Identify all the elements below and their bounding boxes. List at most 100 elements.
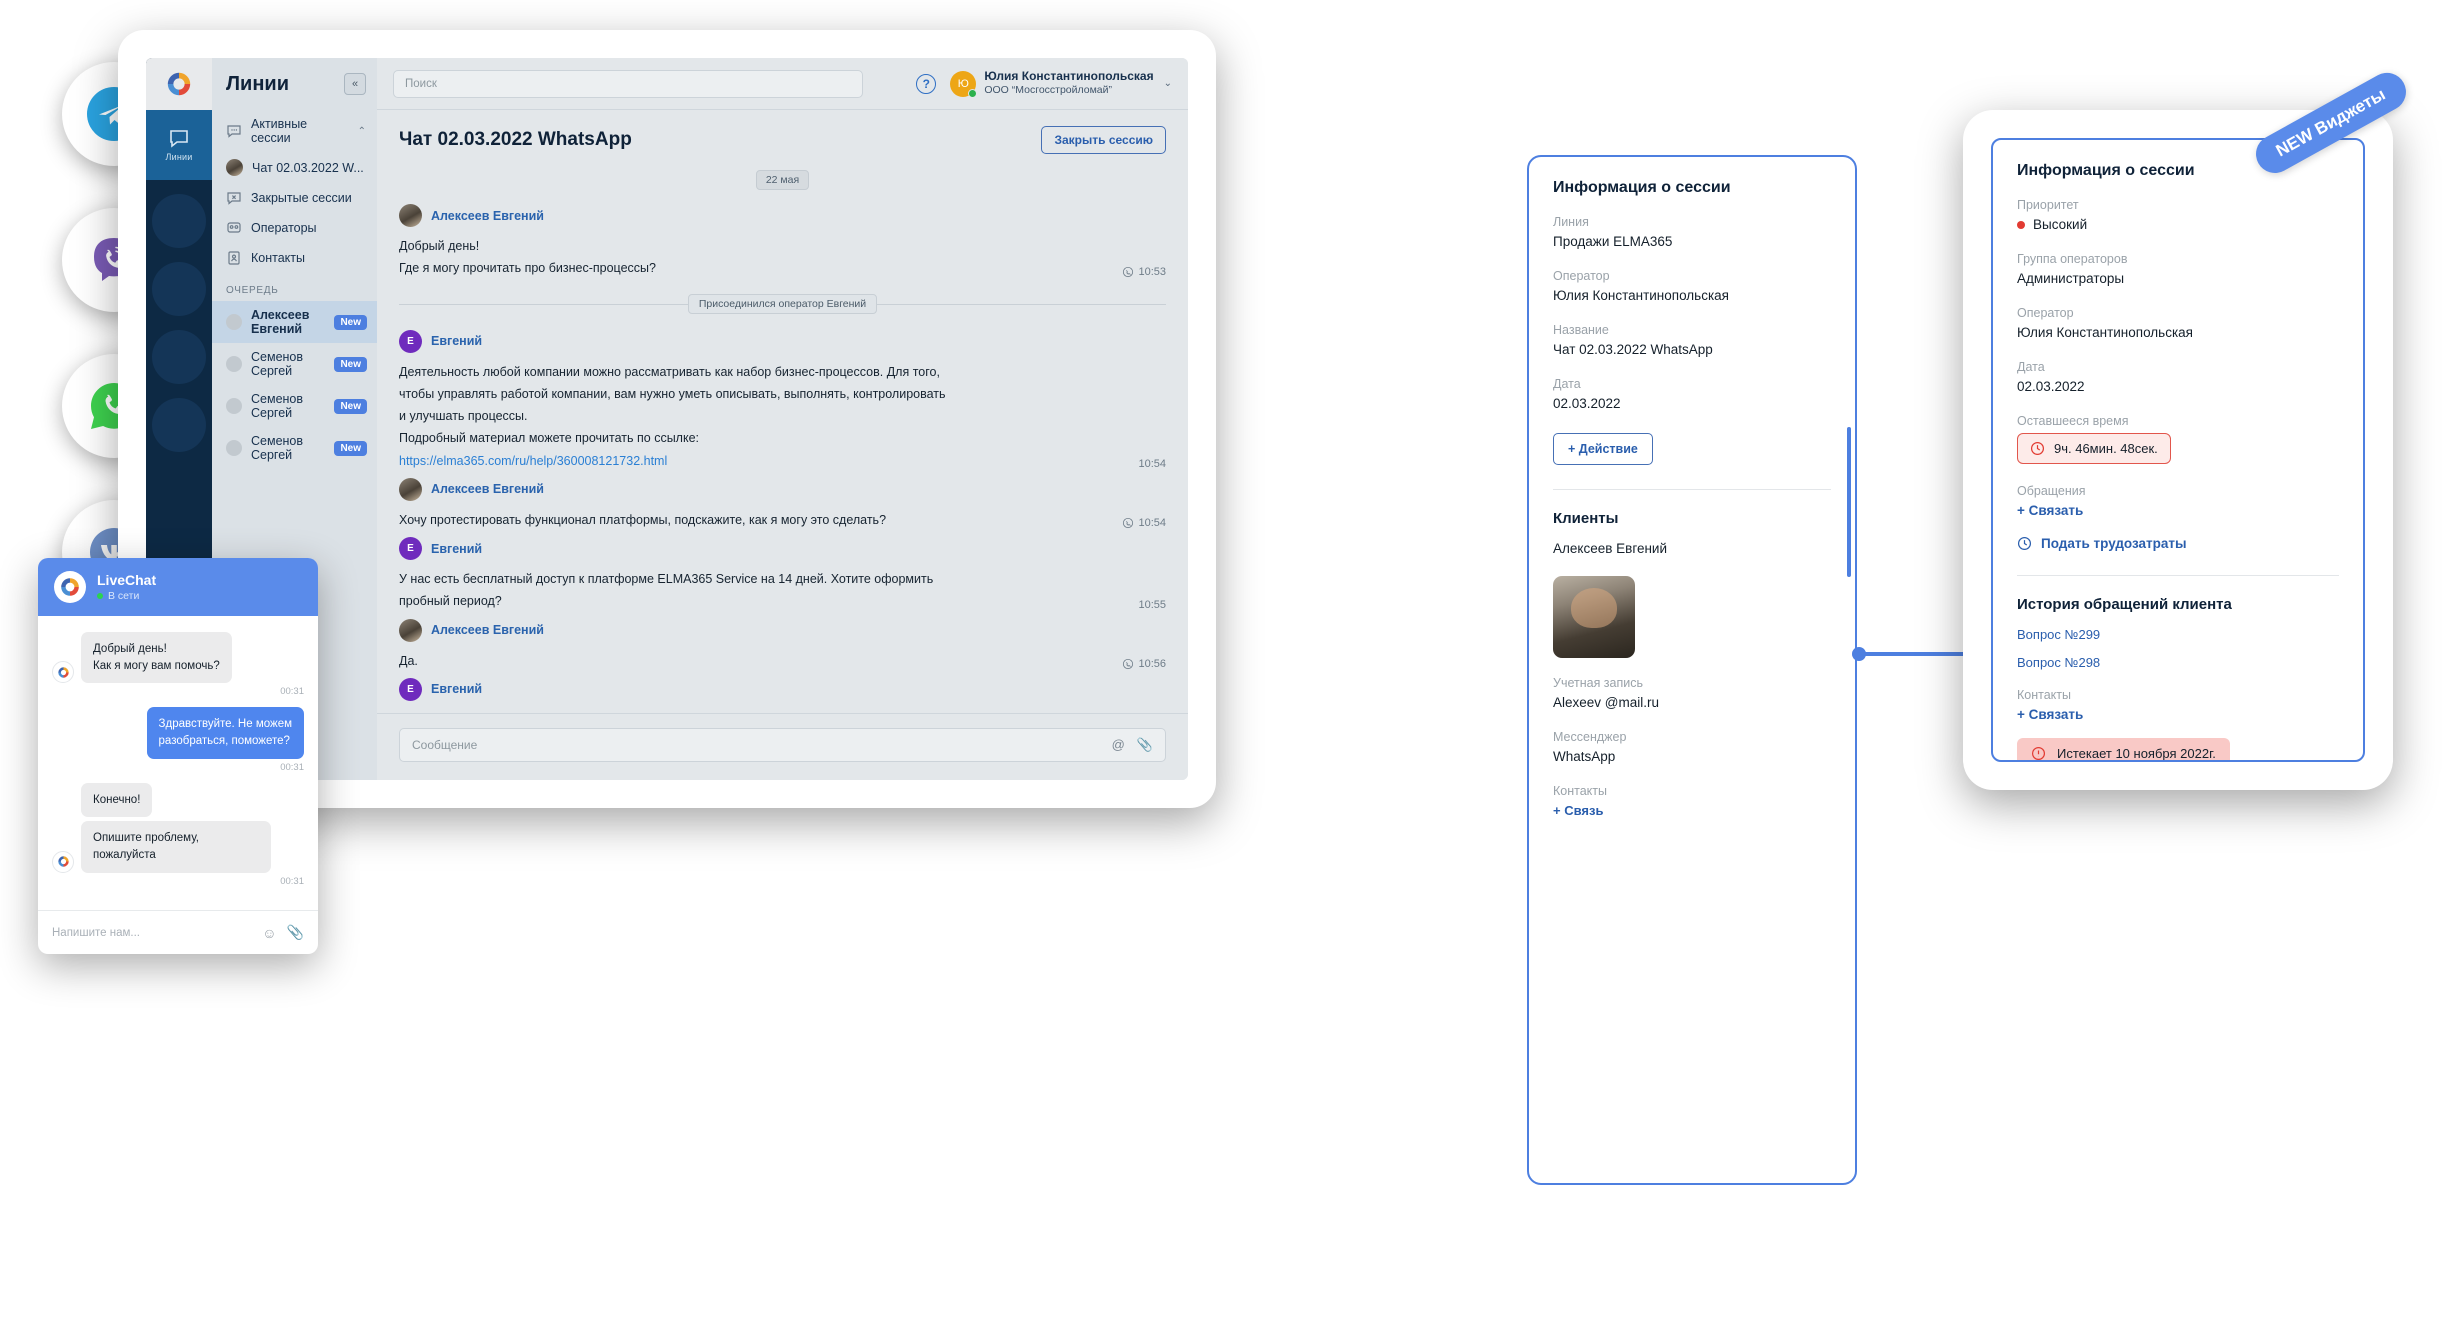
avatar: Е — [399, 329, 422, 353]
chat-message: Алексеев Евгений Добрый день! Где я могу… — [399, 204, 1166, 280]
field-value-operator-group: Администраторы — [2017, 271, 2125, 286]
field-value-account: Alexeev @mail.ru — [1553, 695, 1659, 710]
field-label-date: Дата — [2017, 360, 2045, 374]
field-label-requests: Обращения — [2017, 484, 2086, 498]
message-body: Хочу протестировать функционал платформы… — [399, 509, 1166, 531]
avatar — [399, 204, 422, 227]
field-label-messenger: Мессенджер — [1553, 730, 1627, 744]
mention-icon[interactable]: @ — [1112, 737, 1125, 753]
message-line: разобраться, поможете? — [158, 735, 290, 748]
close-session-button[interactable]: Закрыть сессию — [1041, 126, 1166, 154]
emoji-icon[interactable]: ☺ — [262, 925, 276, 941]
attachment-icon[interactable]: 📎 — [287, 924, 304, 941]
nav-item-operators[interactable]: Операторы — [212, 213, 377, 243]
message-author[interactable]: Евгений — [431, 334, 482, 348]
nav-item-active-sessions[interactable]: Активные сессии ⌃ — [212, 110, 377, 152]
avatar — [226, 440, 242, 456]
message-header: Алексеев Евгений — [399, 204, 1166, 227]
status-badge: New — [334, 356, 367, 372]
priority-dot-icon — [2017, 221, 2025, 230]
message-time: 10:54 — [1122, 517, 1166, 531]
field-value-operator: Юлия Константинопольская — [2017, 325, 2193, 340]
field-label-date: Дата — [1553, 377, 1581, 391]
nav-item-chat-session[interactable]: Чат 02.03.2022 W... — [212, 152, 377, 183]
add-contact-link[interactable]: + Связь — [1553, 803, 1831, 818]
field-value-messenger: WhatsApp — [1553, 749, 1616, 764]
collapse-sidebar-icon[interactable]: « — [344, 73, 366, 95]
nav-item-contacts[interactable]: Контакты — [212, 243, 377, 273]
queue-item[interactable]: Семенов Сергей New — [212, 427, 377, 469]
message-body: Деятельность любой компании можно рассма… — [399, 361, 1166, 472]
message-text: Добрый день! Где я могу прочитать про би… — [399, 235, 1110, 280]
livechat-composer: Напишите нам... ☺ 📎 — [38, 910, 318, 954]
livechat-messages[interactable]: Добрый день! Как я могу вам помочь? 00:3… — [38, 616, 318, 910]
message-author[interactable]: Алексеев Евгений — [431, 623, 544, 637]
queue-item[interactable]: Алексеев Евгений New — [212, 301, 377, 343]
add-action-button[interactable]: + Действие — [1553, 433, 1653, 465]
message-header: Е Евгений — [399, 329, 1166, 353]
message-list[interactable]: 22 мая Алексеев Евгений Добрый день! Где… — [377, 164, 1188, 713]
date-divider: 22 мая — [755, 170, 810, 190]
page-title: Линии — [226, 72, 289, 95]
message-author[interactable]: Алексеев Евгений — [431, 482, 544, 496]
message-line: Как я могу вам помочь? — [93, 659, 220, 672]
message-author[interactable]: Алексеев Евгений — [431, 209, 544, 223]
message-line: У нас есть бесплатный доступ к платформе… — [399, 572, 934, 586]
message-line: Здравствуйте. Не можем — [158, 718, 292, 731]
nav-item-label: Чат 02.03.2022 W... — [252, 160, 364, 175]
field-label-name: Название — [1553, 323, 1609, 337]
message-link[interactable]: https://elma365.com/ru/help/360008121732… — [399, 454, 667, 468]
queue-item[interactable]: Семенов Сергей New — [212, 385, 377, 427]
sidebar-item-lines-label: Линии — [165, 152, 193, 162]
history-item-link[interactable]: Вопрос №298 — [2017, 655, 2339, 670]
divider — [1553, 489, 1831, 490]
elma-logo-icon — [54, 571, 86, 603]
message-line: Добрый день! — [399, 239, 480, 253]
elma-logo-icon — [52, 850, 74, 873]
help-icon[interactable]: ? — [916, 73, 937, 94]
chevron-up-icon[interactable]: ⌃ — [358, 126, 366, 137]
livechat-input[interactable]: Напишите нам... — [52, 927, 252, 939]
message-time-value: 10:54 — [1138, 457, 1166, 470]
livechat-widget: LiveChat В сети Добрый день! Как я могу … — [38, 558, 318, 954]
chevron-down-icon[interactable]: ⌄ — [1164, 78, 1172, 89]
avatar-initial: Ю — [957, 77, 969, 90]
queue-item[interactable]: Семенов Сергей New — [212, 343, 377, 385]
message-author[interactable]: Евгений — [431, 682, 482, 696]
avatar — [226, 159, 243, 176]
history-item-link[interactable]: Вопрос №299 — [2017, 627, 2339, 642]
headset-icon — [226, 220, 242, 236]
link-bind-request[interactable]: + Связать — [2017, 503, 2339, 518]
nav-item-closed-sessions[interactable]: Закрытые сессии — [212, 183, 377, 213]
alert-circle-icon — [2031, 746, 2046, 760]
message-author[interactable]: Евгений — [431, 542, 482, 556]
chat-message: Е Евгений Для активации платформы укажит… — [399, 677, 1166, 714]
message-time: 10:56 — [1122, 658, 1166, 672]
nav-item-label: Активные сессии — [251, 117, 308, 145]
search-input[interactable]: Поиск — [393, 69, 863, 98]
link-submit-timesheet[interactable]: Подать трудозатраты — [2017, 536, 2339, 551]
field-label-operator: Оператор — [2017, 306, 2074, 320]
livechat-status-label: В сети — [108, 589, 140, 602]
add-contact-link[interactable]: + Связать — [2017, 707, 2339, 722]
message-time: 00:31 — [280, 686, 304, 698]
message-line: Подробный материал можете прочитать по с… — [399, 431, 700, 446]
field-value-date: 02.03.2022 — [1553, 396, 1621, 411]
message-time-value: 10:53 — [1138, 265, 1166, 278]
sidebar-item-lines[interactable]: Линии — [146, 110, 212, 180]
avatar: Е — [399, 677, 422, 701]
attachment-icon[interactable]: 📎 — [1137, 737, 1153, 753]
chat-content-area: Поиск ? Ю Юлия Константинопольская ООО “… — [377, 58, 1188, 780]
avatar-initial: Е — [407, 543, 414, 554]
client-history-title: История обращений клиента — [2017, 596, 2232, 613]
user-profile-menu[interactable]: Ю Юлия Константинопольская ООО “Мосгосст… — [950, 69, 1172, 98]
livechat-message-in: Конечно! — [52, 782, 304, 818]
message-input[interactable]: Сообщение @ 📎 — [399, 728, 1166, 762]
scrollbar[interactable] — [1847, 427, 1851, 577]
divider — [2017, 575, 2339, 576]
message-line: Для активации платформы укажите вашу поч… — [399, 709, 1126, 714]
message-bubble: Здравствуйте. Не можем разобраться, помо… — [146, 707, 304, 759]
app-topbar: Поиск ? Ю Юлия Константинопольская ООО “… — [377, 58, 1188, 110]
field-label-line: Линия — [1553, 215, 1589, 229]
field-label-time-left: Оставшееся время — [2017, 414, 2129, 428]
